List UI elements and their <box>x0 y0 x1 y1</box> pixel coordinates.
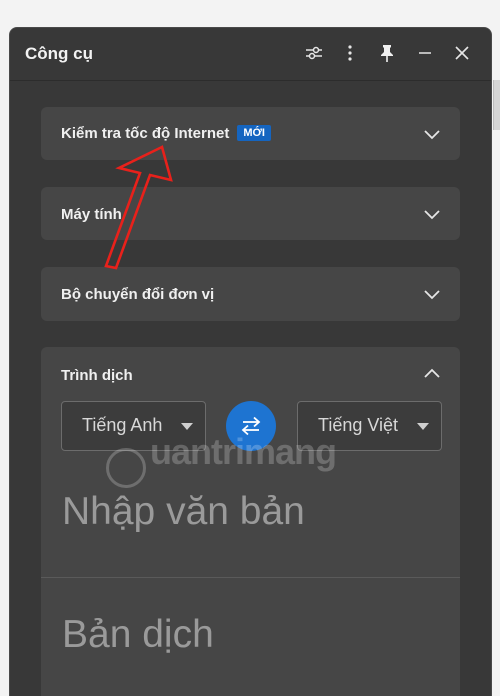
settings-button[interactable] <box>299 38 329 68</box>
section-title: Bộ chuyển đổi đơn vị <box>61 286 215 303</box>
chevron-down-icon[interactable] <box>422 207 442 221</box>
more-vertical-icon <box>348 45 352 61</box>
caret-down-icon <box>181 423 193 430</box>
new-badge: MỚI <box>237 125 271 141</box>
chevron-down-icon[interactable] <box>422 127 442 141</box>
translator-divider <box>41 577 460 578</box>
section-unit-converter[interactable]: Bộ chuyển đổi đơn vị <box>41 267 460 321</box>
close-icon <box>455 46 469 60</box>
section-label: Kiểm tra tốc độ Internet MỚI <box>61 125 271 142</box>
caret-down-icon <box>417 423 429 430</box>
panel-titlebar: Công cụ <box>10 28 491 81</box>
pin-button[interactable] <box>372 38 402 68</box>
section-internet-speed-test[interactable]: Kiểm tra tốc độ Internet MỚI <box>41 107 460 160</box>
background-scrollbar <box>493 80 500 130</box>
pin-icon <box>381 45 393 62</box>
minimize-icon <box>419 52 431 54</box>
section-calculator[interactable]: Máy tính <box>41 187 460 240</box>
panel-title: Công cụ <box>25 44 93 63</box>
section-title: Máy tính <box>61 206 122 223</box>
section-title: Kiểm tra tốc độ Internet <box>61 125 230 142</box>
sliders-icon <box>306 46 322 60</box>
section-title: Trình dịch <box>61 367 133 384</box>
close-button[interactable] <box>447 38 477 68</box>
chevron-down-icon[interactable] <box>422 287 442 301</box>
more-button[interactable] <box>335 38 365 68</box>
watermark-text: uantrimang <box>150 431 337 472</box>
tools-panel: Công cụ Kiểm tra tốc độ Internet MỚI Máy… <box>9 27 492 696</box>
chevron-up-icon[interactable] <box>422 366 442 380</box>
translator-input[interactable]: Nhập văn bản <box>62 490 305 534</box>
translator-output: Bản dịch <box>62 613 214 656</box>
minimize-button[interactable] <box>410 38 440 68</box>
watermark-logo <box>106 448 146 488</box>
